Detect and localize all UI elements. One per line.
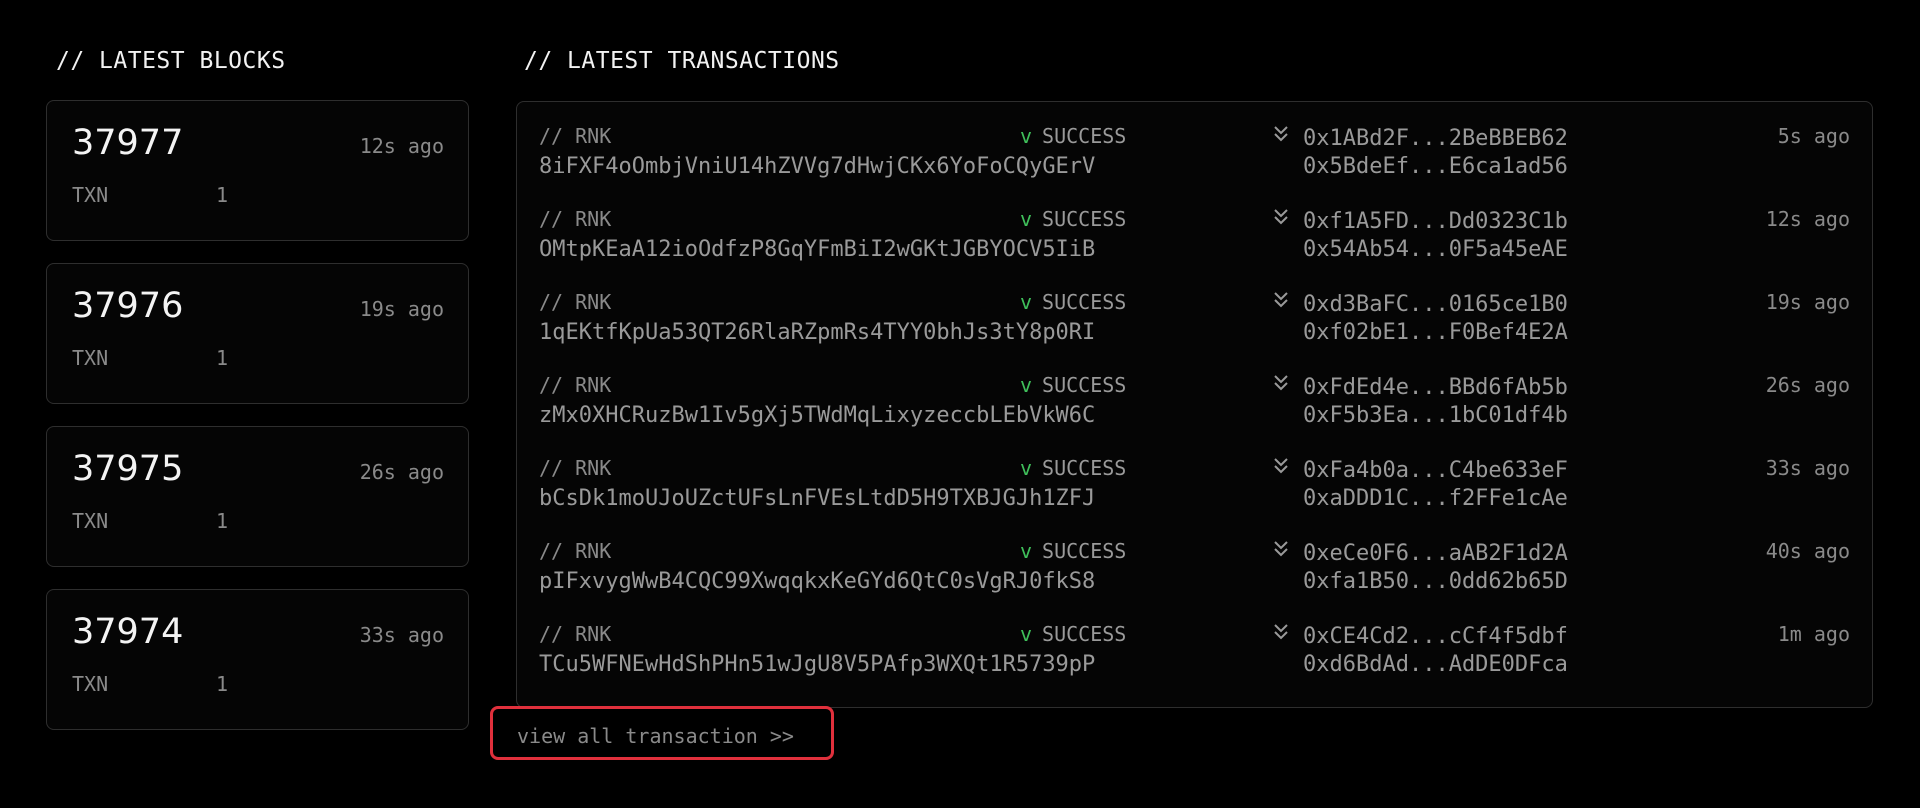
block-txn-count: 1	[216, 509, 229, 533]
block-card[interactable]: 37974 33s ago TXN 1	[46, 589, 469, 730]
double-chevron-down-icon	[1274, 624, 1288, 640]
block-txn-label: TXN	[72, 183, 109, 207]
transaction-to-address[interactable]: 0xd6BdAd...AdDE0DFca	[1303, 652, 1568, 677]
transaction-hash-link[interactable]: zMx0XHCRuzBw1Iv5gXj5TWdMqLixyzeccbLEbVkW…	[539, 403, 1095, 428]
transaction-from-address[interactable]: 0xd3BaFC...0165ce1B0	[1303, 292, 1568, 317]
transaction-status: v SUCCESS	[1020, 207, 1126, 231]
transaction-status: v SUCCESS	[1020, 456, 1126, 480]
transaction-status: v SUCCESS	[1020, 622, 1126, 646]
success-check-icon: v	[1020, 539, 1033, 563]
status-label: SUCCESS	[1042, 373, 1127, 397]
transaction-from-address[interactable]: 0x1ABd2F...2BeBBEB62	[1303, 126, 1568, 151]
transaction-type: // RNK	[539, 539, 612, 563]
transaction-type: // RNK	[539, 207, 612, 231]
transaction-hash-link[interactable]: 1qEKtfKpUa53QT26RlaRZpmRs4TYY0bhJs3tY8p0…	[539, 320, 1095, 345]
status-label: SUCCESS	[1042, 207, 1127, 231]
block-txn-count: 1	[216, 183, 229, 207]
block-age: 26s ago	[359, 460, 444, 484]
transaction-to-address[interactable]: 0x5BdeEf...E6ca1ad56	[1303, 154, 1568, 179]
transaction-to-address[interactable]: 0x54Ab54...0F5a45eAE	[1303, 237, 1568, 262]
transaction-to-address[interactable]: 0xF5b3Ea...1bC01df4b	[1303, 403, 1568, 428]
latest-transactions-panel: // RNK 8iFXF4oOmbjVniU14hZVVg7dHwjCKx6YoF…	[516, 101, 1873, 708]
status-label: SUCCESS	[1042, 539, 1127, 563]
transaction-row[interactable]: // RNK 1qEKtfKpUa53QT26RlaRZpmRs4TYY0bhJs…	[517, 268, 1872, 351]
transaction-hash-link[interactable]: 8iFXF4oOmbjVniU14hZVVg7dHwjCKx6YoFoCQyGE…	[539, 154, 1095, 179]
status-label: SUCCESS	[1042, 124, 1127, 148]
transaction-status: v SUCCESS	[1020, 539, 1126, 563]
double-chevron-down-icon	[1274, 209, 1288, 225]
transaction-hash-link[interactable]: pIFxvygWwB4CQC99XwqqkxKeGYd6QtC0sVgRJ0fk…	[539, 569, 1095, 594]
block-number[interactable]: 37975	[72, 449, 183, 489]
transaction-from-address[interactable]: 0xFa4b0a...C4be633eF	[1303, 458, 1568, 483]
latest-blocks-list: 37977 12s ago TXN 1 37976 19s ago TXN 1 37975 26s…	[46, 100, 469, 752]
transaction-age: 12s ago	[1765, 207, 1850, 231]
block-txn-count: 1	[216, 672, 229, 696]
transaction-row[interactable]: // RNK OMtpKEaA12ioOdfzP8GqYFmBiI2wGKtJGB…	[517, 185, 1872, 268]
latest-transactions-title: // LATEST TRANSACTIONS	[524, 48, 840, 74]
transaction-type: // RNK	[539, 373, 612, 397]
block-age: 12s ago	[359, 134, 444, 158]
transaction-hash-link[interactable]: bCsDk1moUJoUZctUFsLnFVEsLtdD5H9TXBJGJh1Z…	[539, 486, 1095, 511]
block-txn-label: TXN	[72, 509, 109, 533]
transaction-age: 5s ago	[1777, 124, 1850, 148]
block-card[interactable]: 37975 26s ago TXN 1	[46, 426, 469, 567]
double-chevron-down-icon	[1274, 458, 1288, 474]
success-check-icon: v	[1020, 207, 1033, 231]
status-label: SUCCESS	[1042, 622, 1127, 646]
transaction-type: // RNK	[539, 622, 612, 646]
block-txn-count: 1	[216, 346, 229, 370]
block-number[interactable]: 37977	[72, 123, 183, 163]
transaction-age: 19s ago	[1765, 290, 1850, 314]
status-label: SUCCESS	[1042, 290, 1127, 314]
transaction-from-address[interactable]: 0xCE4Cd2...cCf4f5dbf	[1303, 624, 1568, 649]
block-number[interactable]: 37974	[72, 612, 183, 652]
transaction-to-address[interactable]: 0xf02bE1...F0Bef4E2A	[1303, 320, 1568, 345]
block-age: 33s ago	[359, 623, 444, 647]
block-number[interactable]: 37976	[72, 286, 183, 326]
block-age: 19s ago	[359, 297, 444, 321]
transaction-row[interactable]: // RNK bCsDk1moUJoUZctUFsLnFVEsLtdD5H9TXB…	[517, 434, 1872, 517]
success-check-icon: v	[1020, 622, 1033, 646]
double-chevron-down-icon	[1274, 375, 1288, 391]
transaction-row[interactable]: // RNK zMx0XHCRuzBw1Iv5gXj5TWdMqLixyzeccb…	[517, 351, 1872, 434]
transaction-from-address[interactable]: 0xeCe0F6...aAB2F1d2A	[1303, 541, 1568, 566]
transaction-row[interactable]: // RNK TCu5WFNEwHdShPHn51wJgU8V5PAfp3WXQt…	[517, 600, 1872, 683]
double-chevron-down-icon	[1274, 292, 1288, 308]
transaction-row[interactable]: // RNK pIFxvygWwB4CQC99XwqqkxKeGYd6QtC0sV…	[517, 517, 1872, 600]
block-card[interactable]: 37977 12s ago TXN 1	[46, 100, 469, 241]
transaction-type: // RNK	[539, 290, 612, 314]
block-card[interactable]: 37976 19s ago TXN 1	[46, 263, 469, 404]
transaction-status: v SUCCESS	[1020, 124, 1126, 148]
transaction-age: 26s ago	[1765, 373, 1850, 397]
success-check-icon: v	[1020, 290, 1033, 314]
transaction-status: v SUCCESS	[1020, 290, 1126, 314]
transaction-from-address[interactable]: 0xFdEd4e...BBd6fAb5b	[1303, 375, 1568, 400]
success-check-icon: v	[1020, 124, 1033, 148]
transaction-from-address[interactable]: 0xf1A5FD...Dd0323C1b	[1303, 209, 1568, 234]
latest-blocks-title: // LATEST BLOCKS	[56, 48, 286, 74]
success-check-icon: v	[1020, 373, 1033, 397]
status-label: SUCCESS	[1042, 456, 1127, 480]
block-txn-label: TXN	[72, 672, 109, 696]
transaction-row[interactable]: // RNK 8iFXF4oOmbjVniU14hZVVg7dHwjCKx6YoF…	[517, 102, 1872, 185]
transaction-type: // RNK	[539, 124, 612, 148]
transaction-hash-link[interactable]: OMtpKEaA12ioOdfzP8GqYFmBiI2wGKtJGBYOCV5I…	[539, 237, 1095, 262]
transaction-age: 1m ago	[1777, 622, 1850, 646]
transaction-to-address[interactable]: 0xaDDD1C...f2FFe1cAe	[1303, 486, 1568, 511]
transaction-type: // RNK	[539, 456, 612, 480]
view-all-transactions-button[interactable]: view all transaction >>	[490, 706, 834, 760]
block-txn-label: TXN	[72, 346, 109, 370]
transaction-status: v SUCCESS	[1020, 373, 1126, 397]
double-chevron-down-icon	[1274, 541, 1288, 557]
transaction-age: 40s ago	[1765, 539, 1850, 563]
transaction-to-address[interactable]: 0xfa1B50...0dd62b65D	[1303, 569, 1568, 594]
double-chevron-down-icon	[1274, 126, 1288, 142]
success-check-icon: v	[1020, 456, 1033, 480]
explorer-page: // LATEST BLOCKS // LATEST TRANSACTIONS …	[0, 0, 1920, 808]
transaction-hash-link[interactable]: TCu5WFNEwHdShPHn51wJgU8V5PAfp3WXQt1R5739…	[539, 652, 1095, 677]
transaction-age: 33s ago	[1765, 456, 1850, 480]
